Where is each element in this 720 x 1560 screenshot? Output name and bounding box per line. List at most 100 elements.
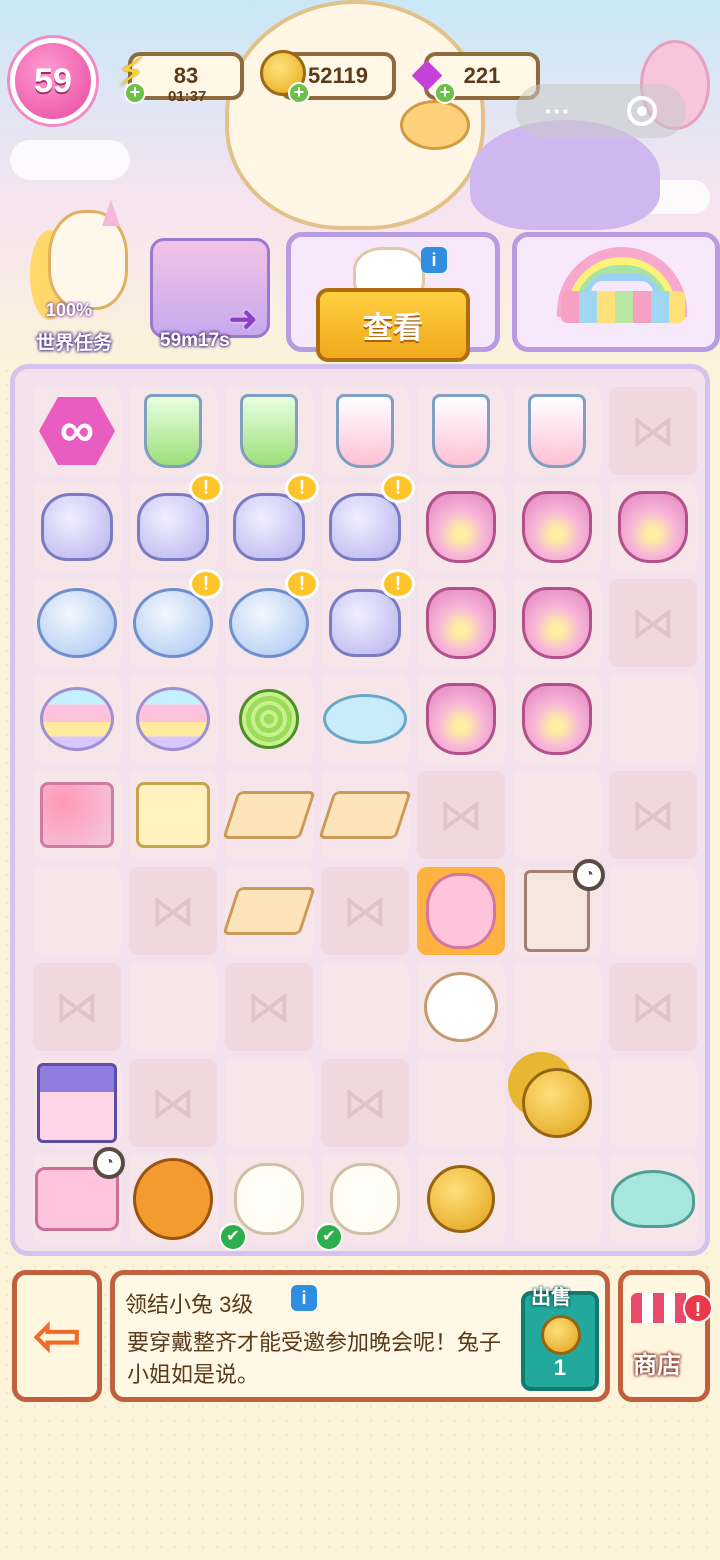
- glass-jar-icon[interactable]: !: [329, 569, 415, 657]
- board-cell[interactable]: !: [321, 473, 415, 571]
- board-cell[interactable]: [33, 579, 121, 667]
- board-cell[interactable]: [222, 867, 316, 955]
- board-cell[interactable]: [609, 1155, 697, 1243]
- board-cell[interactable]: [33, 483, 121, 571]
- board-cell[interactable]: [225, 1059, 313, 1147]
- exit-button[interactable]: ⇦: [12, 1270, 102, 1402]
- pink-smoothie-icon[interactable]: [432, 394, 490, 468]
- board-cell[interactable]: [513, 771, 601, 859]
- board-cell[interactable]: [129, 675, 217, 763]
- locked-cell[interactable]: [609, 387, 697, 475]
- round-jar-icon[interactable]: !: [229, 569, 319, 658]
- board-cell[interactable]: [417, 483, 505, 571]
- close-target-icon[interactable]: [627, 96, 658, 126]
- board-cell[interactable]: [513, 675, 601, 763]
- bow-bunny-icon[interactable]: [426, 873, 496, 949]
- glass-jar-icon[interactable]: !: [233, 473, 319, 561]
- board-cell[interactable]: ✔: [219, 1155, 313, 1251]
- board-cell[interactable]: [513, 483, 601, 571]
- board-cell[interactable]: [33, 867, 121, 955]
- board-cell[interactable]: [513, 387, 601, 475]
- fabric-scissors-icon[interactable]: [222, 791, 316, 839]
- round-jar-icon[interactable]: !: [133, 569, 223, 658]
- locked-cell[interactable]: [609, 771, 697, 859]
- gift-box-icon[interactable]: [136, 782, 210, 848]
- coin-icon[interactable]: [427, 1165, 495, 1233]
- candy-plate-icon[interactable]: [323, 694, 407, 744]
- round-jar-icon[interactable]: [37, 588, 117, 658]
- seal-icon[interactable]: [611, 1170, 695, 1228]
- candy-bag-icon[interactable]: [426, 491, 496, 563]
- board-cell[interactable]: [513, 963, 601, 1051]
- candy-bag-icon[interactable]: [426, 683, 496, 755]
- infinity-energy-icon[interactable]: ∞: [39, 397, 115, 465]
- board-cell[interactable]: [222, 771, 316, 859]
- board-cell[interactable]: [225, 387, 313, 475]
- candy-bag-icon[interactable]: [522, 683, 592, 755]
- board-cell[interactable]: [417, 387, 505, 475]
- locked-cell[interactable]: [129, 867, 217, 955]
- board-cell[interactable]: ∞: [33, 387, 121, 475]
- player-level-badge[interactable]: 59: [10, 38, 96, 124]
- board-cell[interactable]: !: [129, 569, 223, 667]
- candy-bag-icon[interactable]: [426, 587, 496, 659]
- board-cell[interactable]: [609, 675, 697, 763]
- house-icon[interactable]: [37, 1063, 117, 1143]
- board-cell[interactable]: [321, 387, 409, 475]
- fabric-scissors-icon[interactable]: [318, 791, 412, 839]
- locked-cell[interactable]: [609, 963, 697, 1051]
- locked-cell[interactable]: [417, 771, 505, 859]
- order-card-unicorn-gifts[interactable]: [512, 232, 720, 352]
- board-cell[interactable]: [609, 1059, 697, 1147]
- board-cell[interactable]: !: [129, 473, 223, 571]
- pink-smoothie-icon[interactable]: [336, 394, 394, 468]
- glass-jar-icon[interactable]: !: [137, 473, 223, 561]
- candy-bag-icon[interactable]: [522, 491, 592, 563]
- balloon-gift-icon[interactable]: [40, 782, 114, 848]
- board-cell[interactable]: [609, 483, 697, 571]
- board-cell[interactable]: [609, 867, 697, 955]
- fabric-scissors-icon[interactable]: [222, 887, 316, 935]
- board-cell[interactable]: [321, 675, 409, 763]
- cotton-candy-icon[interactable]: [40, 687, 114, 751]
- info-icon[interactable]: i: [421, 247, 447, 273]
- raccoon-icon[interactable]: [133, 1158, 213, 1240]
- add-coins-button[interactable]: +: [288, 82, 310, 104]
- board-cell[interactable]: [225, 675, 313, 763]
- add-gems-button[interactable]: +: [434, 82, 456, 104]
- board-cell[interactable]: !: [225, 473, 319, 571]
- locked-cell[interactable]: [321, 867, 409, 955]
- board-cell[interactable]: [417, 675, 505, 763]
- mini-program-capsule[interactable]: ···: [516, 84, 686, 138]
- add-energy-button[interactable]: +: [124, 82, 146, 104]
- board-cell[interactable]: [318, 771, 412, 859]
- board-cell[interactable]: [129, 387, 217, 475]
- board-cell[interactable]: !: [321, 569, 415, 667]
- green-smoothie-icon[interactable]: [144, 394, 202, 468]
- bed-icon[interactable]: ◔: [35, 1147, 125, 1231]
- board-cell[interactable]: [513, 1155, 601, 1243]
- candy-bag-icon[interactable]: [618, 491, 688, 563]
- glass-jar-icon[interactable]: !: [329, 473, 415, 561]
- shop-button[interactable]: 商店 !: [618, 1270, 713, 1402]
- board-cell[interactable]: [33, 771, 121, 859]
- coin-stack-icon[interactable]: [522, 1068, 592, 1138]
- board-cell[interactable]: [417, 579, 505, 667]
- board-cell[interactable]: [417, 1155, 505, 1243]
- locked-cell[interactable]: [609, 579, 697, 667]
- locked-cell[interactable]: [225, 963, 313, 1051]
- board-cell[interactable]: [33, 1059, 121, 1147]
- sell-button[interactable]: 出售 1: [521, 1287, 599, 1391]
- board-cell[interactable]: ✔: [315, 1155, 409, 1251]
- selected-cell[interactable]: [417, 867, 505, 955]
- board-cell[interactable]: !: [225, 569, 319, 667]
- locked-cell[interactable]: [33, 963, 121, 1051]
- candy-bag-icon[interactable]: [522, 587, 592, 659]
- lollipop-icon[interactable]: [239, 689, 299, 749]
- party-sheep-icon[interactable]: ✔: [315, 1163, 400, 1251]
- view-button[interactable]: 查看: [316, 288, 470, 362]
- candy-jar-icon[interactable]: [41, 493, 113, 561]
- board-cell[interactable]: [417, 1059, 505, 1147]
- info-icon[interactable]: i: [291, 1285, 317, 1311]
- cotton-candy-icon[interactable]: [136, 687, 210, 751]
